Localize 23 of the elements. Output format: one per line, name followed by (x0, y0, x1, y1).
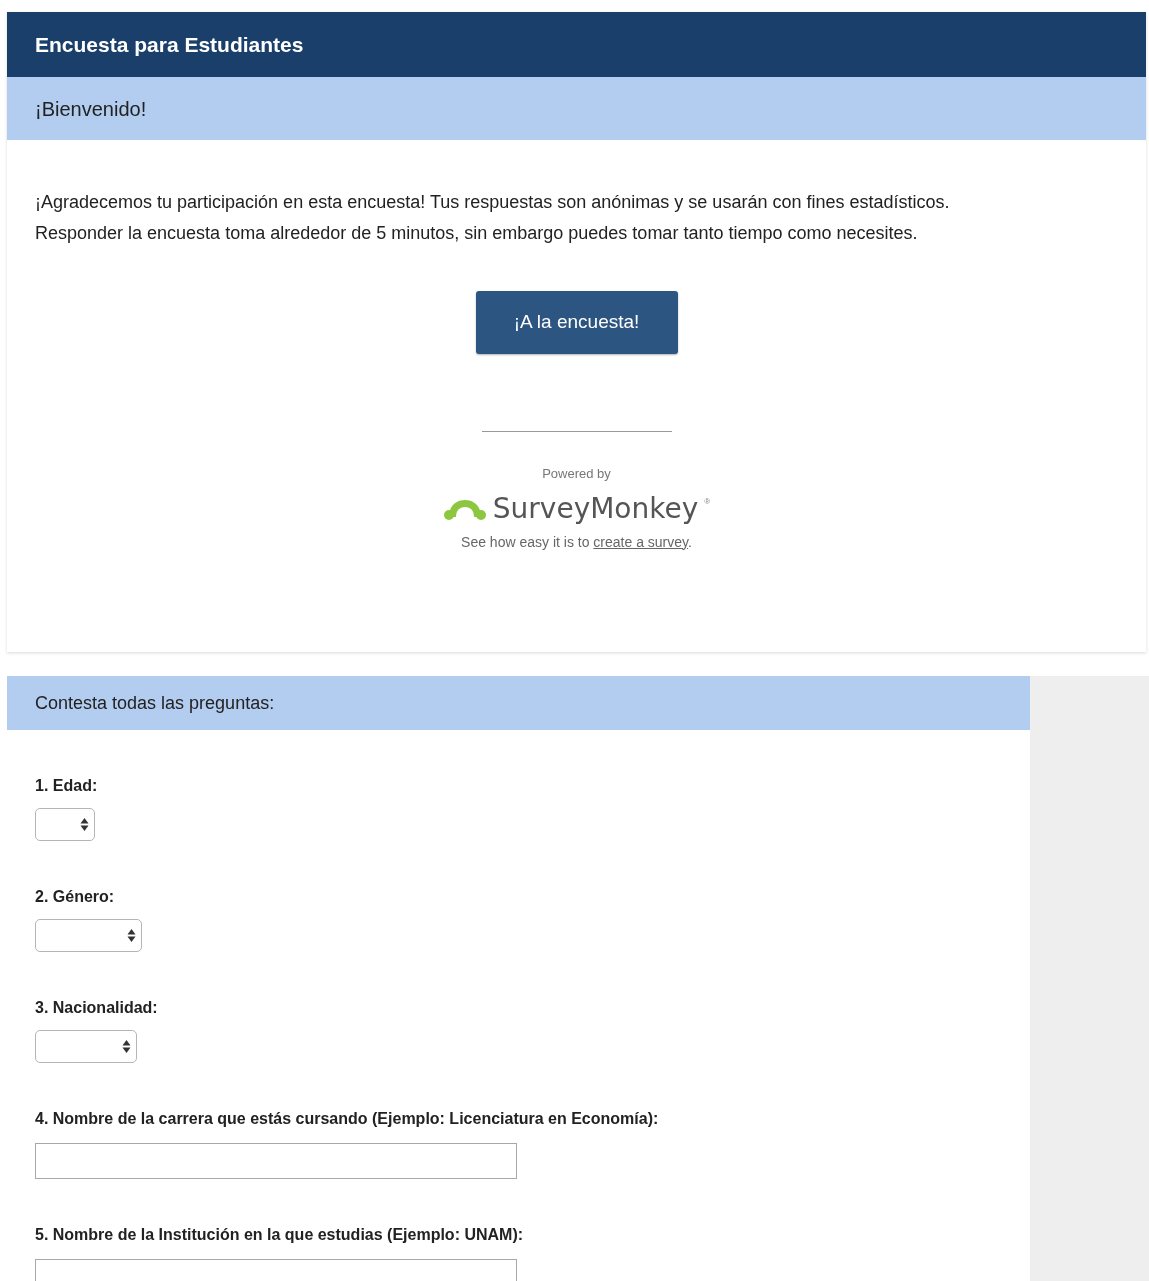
dropdown-select[interactable] (35, 808, 95, 841)
welcome-heading: ¡Bienvenido! (35, 96, 147, 122)
brand-logo-text: SurveyMonkey (492, 490, 699, 527)
powered-by-text: Powered by (542, 465, 611, 483)
question-label: 4. Nombre de la carrera que estás cursando (Ejemplo: Licenciatura en Economía): (35, 1109, 660, 1129)
up-down-arrows-icon (80, 817, 89, 832)
up-down-arrows-icon (122, 1039, 131, 1054)
question-label: 2. Género: (35, 887, 116, 907)
question-label: 1. Edad: (35, 776, 99, 796)
survey-title: Encuesta para Estudiantes (35, 31, 304, 58)
create-survey-link[interactable]: create a survey (593, 533, 689, 550)
intro-text: ¡Agradecemos tu participación en esta encuesta! Tus respuestas son anónimas y se usarán con fines estadísticos. (35, 191, 951, 214)
intro-text: Responder la encuesta toma alrededor de 5 minutos, sin embargo puedes tomar tanto tiempo como necesites. (35, 222, 919, 245)
create-survey-note: See how easy it is to create a survey. (461, 532, 692, 552)
dropdown-select[interactable] (35, 1030, 137, 1063)
question-label: 5. Nombre de la Institución en la que estudias (Ejemplo: UNAM): (35, 1225, 525, 1245)
input-field[interactable] (35, 1143, 517, 1179)
section-heading: Contesta todas las preguntas: (35, 691, 275, 715)
question-label: 3. Nacionalidad: (35, 998, 159, 1018)
registered-mark: ® (704, 495, 711, 508)
up-down-arrows-icon (127, 928, 136, 943)
start-survey-button[interactable]: ¡A la encuesta! (475, 291, 678, 354)
dropdown-select[interactable] (35, 919, 142, 952)
